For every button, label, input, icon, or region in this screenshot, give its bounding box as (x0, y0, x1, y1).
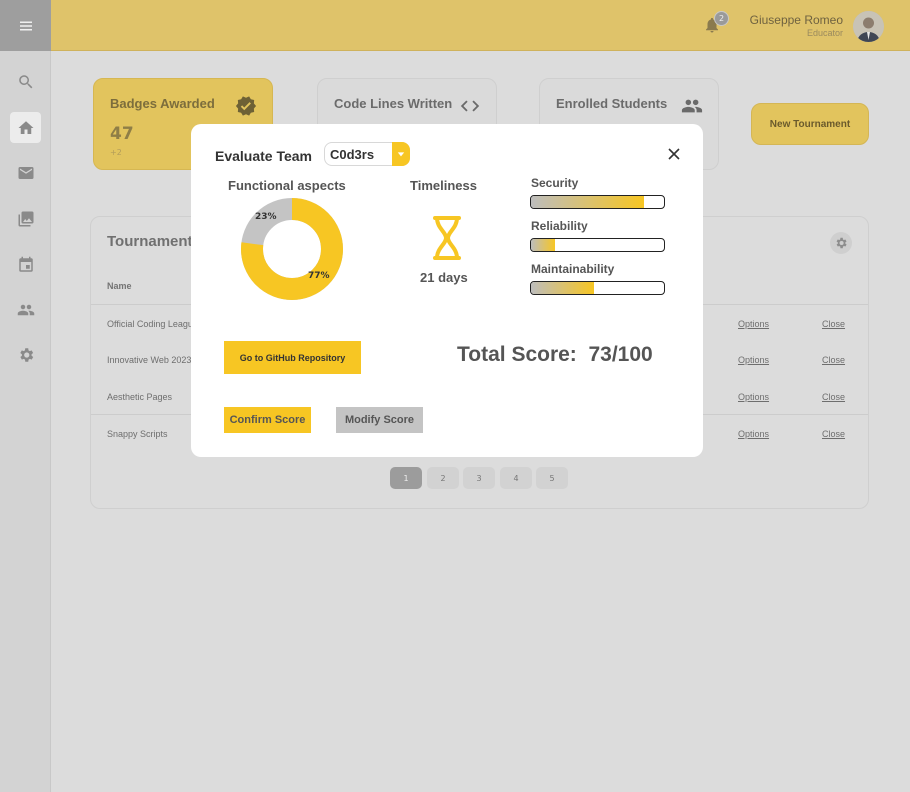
maintainability-label: Maintainability (531, 262, 615, 276)
github-repository-button[interactable]: Go to GitHub Repository (224, 341, 361, 374)
card-title: Code Lines Written (334, 96, 453, 111)
gear-icon (836, 237, 847, 249)
reliability-bar-fill (531, 239, 555, 251)
evaluate-team-modal: Evaluate Team C0d3rs Functional aspects … (191, 124, 703, 457)
row-name: Innovative Web 2023 (107, 355, 192, 365)
donut-pass-label: 77% (308, 271, 330, 281)
close-icon[interactable] (667, 146, 681, 160)
maintainability-bar-fill (531, 282, 594, 294)
confirm-score-button[interactable]: Confirm Score (224, 407, 311, 433)
options-link[interactable]: Options (738, 429, 769, 439)
avatar[interactable] (853, 11, 884, 42)
security-bar-fill (531, 196, 645, 208)
card-title: Enrolled Students (556, 96, 668, 111)
menu-button[interactable] (0, 0, 51, 51)
total-score-label: Total Score: (457, 343, 577, 366)
page-button-2[interactable]: 2 (427, 467, 459, 489)
options-link[interactable]: Options (738, 319, 769, 329)
page-button-4[interactable]: 4 (500, 467, 532, 489)
timeliness-title: Timeliness (410, 178, 477, 193)
user-role: Educator (806, 28, 843, 38)
sidebar (0, 0, 51, 792)
timeliness-value: 21 days (420, 270, 468, 285)
card-value: 47 (110, 124, 134, 144)
calendar-icon[interactable] (10, 249, 41, 280)
table-settings-button[interactable] (830, 232, 852, 254)
functional-aspects-title: Functional aspects (228, 178, 346, 193)
total-score-value: 73/100 (588, 343, 653, 366)
code-icon (459, 95, 481, 117)
maintainability-bar (530, 281, 665, 295)
new-tournament-button[interactable]: New Tournament (751, 103, 869, 145)
reliability-bar (530, 238, 665, 252)
row-name: Aesthetic Pages (107, 392, 173, 402)
top-header: 2 Giuseppe Romeo Educator (51, 0, 910, 51)
page-button-5[interactable]: 5 (536, 467, 568, 489)
close-link[interactable]: Close (822, 319, 845, 329)
row-name: Snappy Scripts (107, 429, 168, 439)
security-label: Security (531, 176, 579, 190)
page-button-1[interactable]: 1 (390, 467, 422, 489)
close-link[interactable]: Close (822, 392, 845, 402)
notification-count-badge: 2 (714, 11, 729, 26)
hourglass-icon (433, 216, 461, 260)
close-link[interactable]: Close (822, 355, 845, 365)
close-link[interactable]: Close (822, 429, 845, 439)
home-icon[interactable] (10, 112, 41, 143)
options-link[interactable]: Options (738, 392, 769, 402)
team-select-value: C0d3rs (330, 147, 375, 162)
search-icon[interactable] (10, 66, 41, 97)
gallery-icon[interactable] (10, 203, 41, 234)
donut-fail-label: 23% (255, 212, 277, 222)
card-delta: +2 (110, 148, 122, 157)
team-select[interactable]: C0d3rs (324, 142, 410, 166)
page-button-3[interactable]: 3 (463, 467, 495, 489)
modal-title: Evaluate Team (215, 148, 313, 164)
chevron-down-icon[interactable] (392, 142, 410, 166)
reliability-label: Reliability (531, 219, 588, 233)
options-link[interactable]: Options (738, 355, 769, 365)
security-bar (530, 195, 665, 209)
verified-badge-icon (235, 95, 257, 117)
row-name: Official Coding League (107, 319, 198, 329)
card-title: Badges Awarded (110, 96, 215, 111)
mail-icon[interactable] (10, 157, 41, 188)
people-icon[interactable] (10, 294, 41, 325)
modify-score-button[interactable]: Modify Score (336, 407, 423, 433)
column-header-name: Name (107, 281, 132, 291)
total-score: Total Score: 73/100 (457, 343, 653, 367)
panel-title: Tournaments (107, 233, 201, 250)
people-icon (681, 95, 703, 117)
user-name: Giuseppe Romeo (749, 13, 843, 27)
menu-icon (19, 21, 32, 30)
gear-icon[interactable] (10, 339, 41, 370)
